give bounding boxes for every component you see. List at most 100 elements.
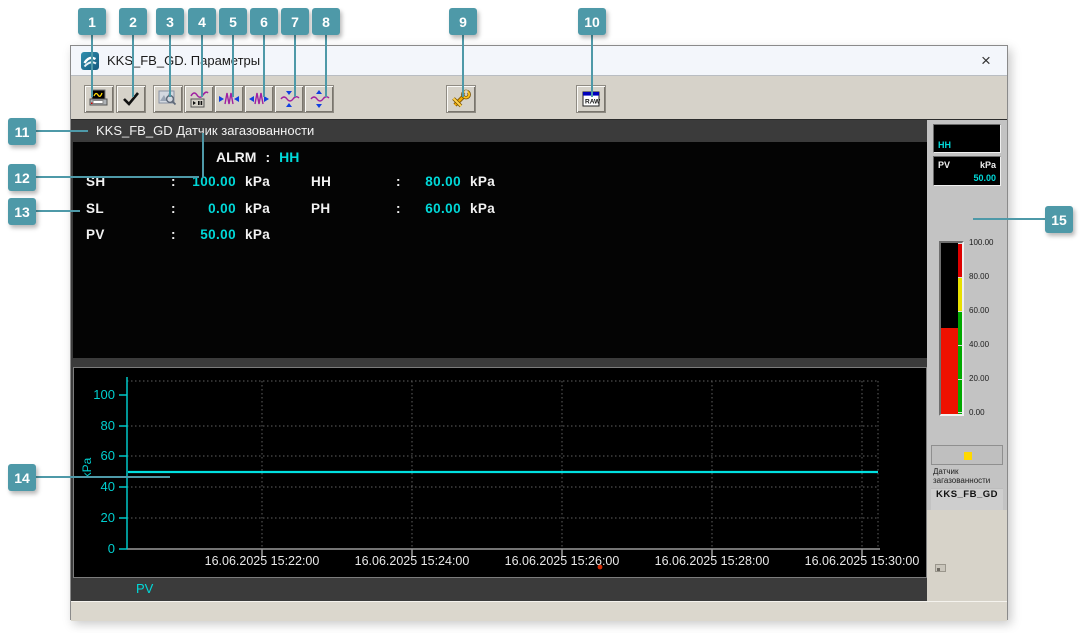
callout-badge-1: 1 <box>78 8 106 35</box>
status-indicator-box[interactable] <box>931 445 1003 465</box>
alarm-indicator-box: HH <box>933 124 1001 153</box>
gauge-tick-label: 20.00 <box>969 374 990 383</box>
gauge-tick-label: 80.00 <box>969 272 990 281</box>
gauge-tick-label: 0.00 <box>969 408 985 417</box>
callout-line-3 <box>169 35 171 97</box>
expand-time-axis-button[interactable] <box>244 85 274 113</box>
confirm-button[interactable] <box>116 85 146 113</box>
faceplate-footer <box>927 510 1007 601</box>
cursor-marker-icon <box>597 564 603 570</box>
main-content: KKS_FB_GD Датчик загазованности ALRM : H… <box>71 120 1007 601</box>
callout-line-11 <box>36 130 88 132</box>
window-title: KKS_FB_GD. Параметры <box>107 53 261 68</box>
check-icon <box>123 92 140 106</box>
pv-label: PV <box>938 160 951 170</box>
callout-badge-4: 4 <box>188 8 216 35</box>
export-image-button[interactable] <box>153 85 183 113</box>
callout-line-7 <box>294 35 296 97</box>
callout-line-5 <box>232 35 234 97</box>
expand-value-axis-button[interactable] <box>304 85 334 113</box>
description-line-2: загазованности <box>933 475 991 485</box>
param-label: SL <box>86 201 105 216</box>
settings-button[interactable] <box>446 85 476 113</box>
tools-icon <box>452 89 471 108</box>
trend-chart[interactable]: 100 80 60 40 20 0 kPa 16.06.2025 15:22:0… <box>73 367 927 578</box>
y-tick: 100 <box>93 387 115 402</box>
callout-line-14 <box>36 476 170 478</box>
print-trend-button[interactable] <box>84 85 114 113</box>
wave-arrows-in-icon <box>219 92 239 105</box>
svg-text:RAW: RAW <box>585 99 601 106</box>
y-tick: 60 <box>101 448 115 463</box>
title-bar[interactable]: KKS_FB_GD. Параметры × <box>71 46 1007 76</box>
wave-pause-icon <box>190 91 209 108</box>
callout-badge-14: 14 <box>8 464 36 491</box>
alarm-state: HH <box>938 140 951 150</box>
zone-low <box>958 311 962 414</box>
callout-badge-5: 5 <box>219 8 247 35</box>
gauge-tick-label: 100.00 <box>969 238 994 247</box>
param-unit: kPa <box>245 174 271 189</box>
callout-badge-8: 8 <box>312 8 340 35</box>
status-bar <box>71 601 1007 621</box>
pv-value: 50.00 <box>973 173 996 183</box>
corner-widget-icon <box>935 564 946 572</box>
callout-line-12 <box>36 176 199 178</box>
compress-time-axis-button[interactable] <box>214 85 244 113</box>
documentation-page: 1 2 3 4 5 6 7 8 9 10 11 12 13 14 15 KKS_… <box>0 0 1083 633</box>
compress-value-axis-button[interactable] <box>274 85 304 113</box>
param-unit: kPa <box>245 227 271 242</box>
param-unit: kPa <box>470 201 496 216</box>
param-value: 0.00 <box>208 201 236 216</box>
x-tick: 16.06.2025 15:24:00 <box>355 554 470 568</box>
wave-arrows-vertical-in-icon <box>280 91 300 107</box>
param-colon: : <box>171 227 176 242</box>
param-colon: : <box>396 201 401 216</box>
callout-line-6 <box>263 35 265 97</box>
pause-trend-button[interactable] <box>184 85 214 113</box>
y-tick: 20 <box>101 510 115 525</box>
bar-gauge <box>939 241 964 416</box>
callout-line-9 <box>462 35 464 97</box>
callout-badge-13: 13 <box>8 198 36 225</box>
y-tick: 40 <box>101 479 115 494</box>
trend-plot: 100 80 60 40 20 0 kPa 16.06.2025 15:22:0… <box>80 377 920 570</box>
image-magnifier-icon <box>158 90 177 106</box>
legend-pv-label[interactable]: PV <box>136 581 153 596</box>
toolbar: RAW <box>71 76 1007 120</box>
param-unit: kPa <box>470 174 496 189</box>
param-value: 50.00 <box>200 227 236 242</box>
param-label: PH <box>311 201 331 216</box>
callout-badge-11: 11 <box>8 118 36 145</box>
param-row-ph: PH : 60.00 kPa <box>311 201 495 216</box>
faceplate-sidebar: HH PV kPa 50.00 100.00 80.00 60.00 40.00… <box>927 120 1007 601</box>
callout-line-2 <box>132 35 134 97</box>
app-window: KKS_FB_GD. Параметры × RAW KKS_FB_GD Дат… <box>70 45 1008 621</box>
gauge-zones <box>958 243 962 414</box>
x-tick: 16.06.2025 15:22:00 <box>205 554 320 568</box>
legend-bar: PV <box>73 578 927 600</box>
param-label: HH <box>311 174 332 189</box>
callout-line-4 <box>201 35 203 97</box>
wave-arrows-out-icon <box>249 92 269 105</box>
param-row-pv: PV : 50.00 kPa <box>86 227 270 242</box>
param-label: PV <box>86 227 105 242</box>
y-tick: 80 <box>101 418 115 433</box>
callout-line-12b <box>202 133 204 178</box>
tag-description-header: KKS_FB_GD Датчик загазованности <box>96 123 315 138</box>
param-colon: : <box>171 201 176 216</box>
pv-readout-box: PV kPa 50.00 <box>933 156 1001 186</box>
callout-badge-7: 7 <box>281 8 309 35</box>
gauge-tick-label: 60.00 <box>969 306 990 315</box>
x-tick: 16.06.2025 15:30:00 <box>805 554 920 568</box>
callout-badge-12: 12 <box>8 164 36 191</box>
param-row-sl: SL : 0.00 kPa <box>86 201 270 216</box>
alarm-row: ALRM : HH <box>216 149 299 165</box>
tag-name: KKS_FB_GD <box>931 488 1003 510</box>
close-icon[interactable]: × <box>973 49 999 73</box>
callout-badge-10: 10 <box>578 8 606 35</box>
pv-unit: kPa <box>979 160 996 170</box>
status-indicator-icon <box>964 452 972 460</box>
zone-mid <box>958 277 962 311</box>
param-unit: kPa <box>245 201 271 216</box>
